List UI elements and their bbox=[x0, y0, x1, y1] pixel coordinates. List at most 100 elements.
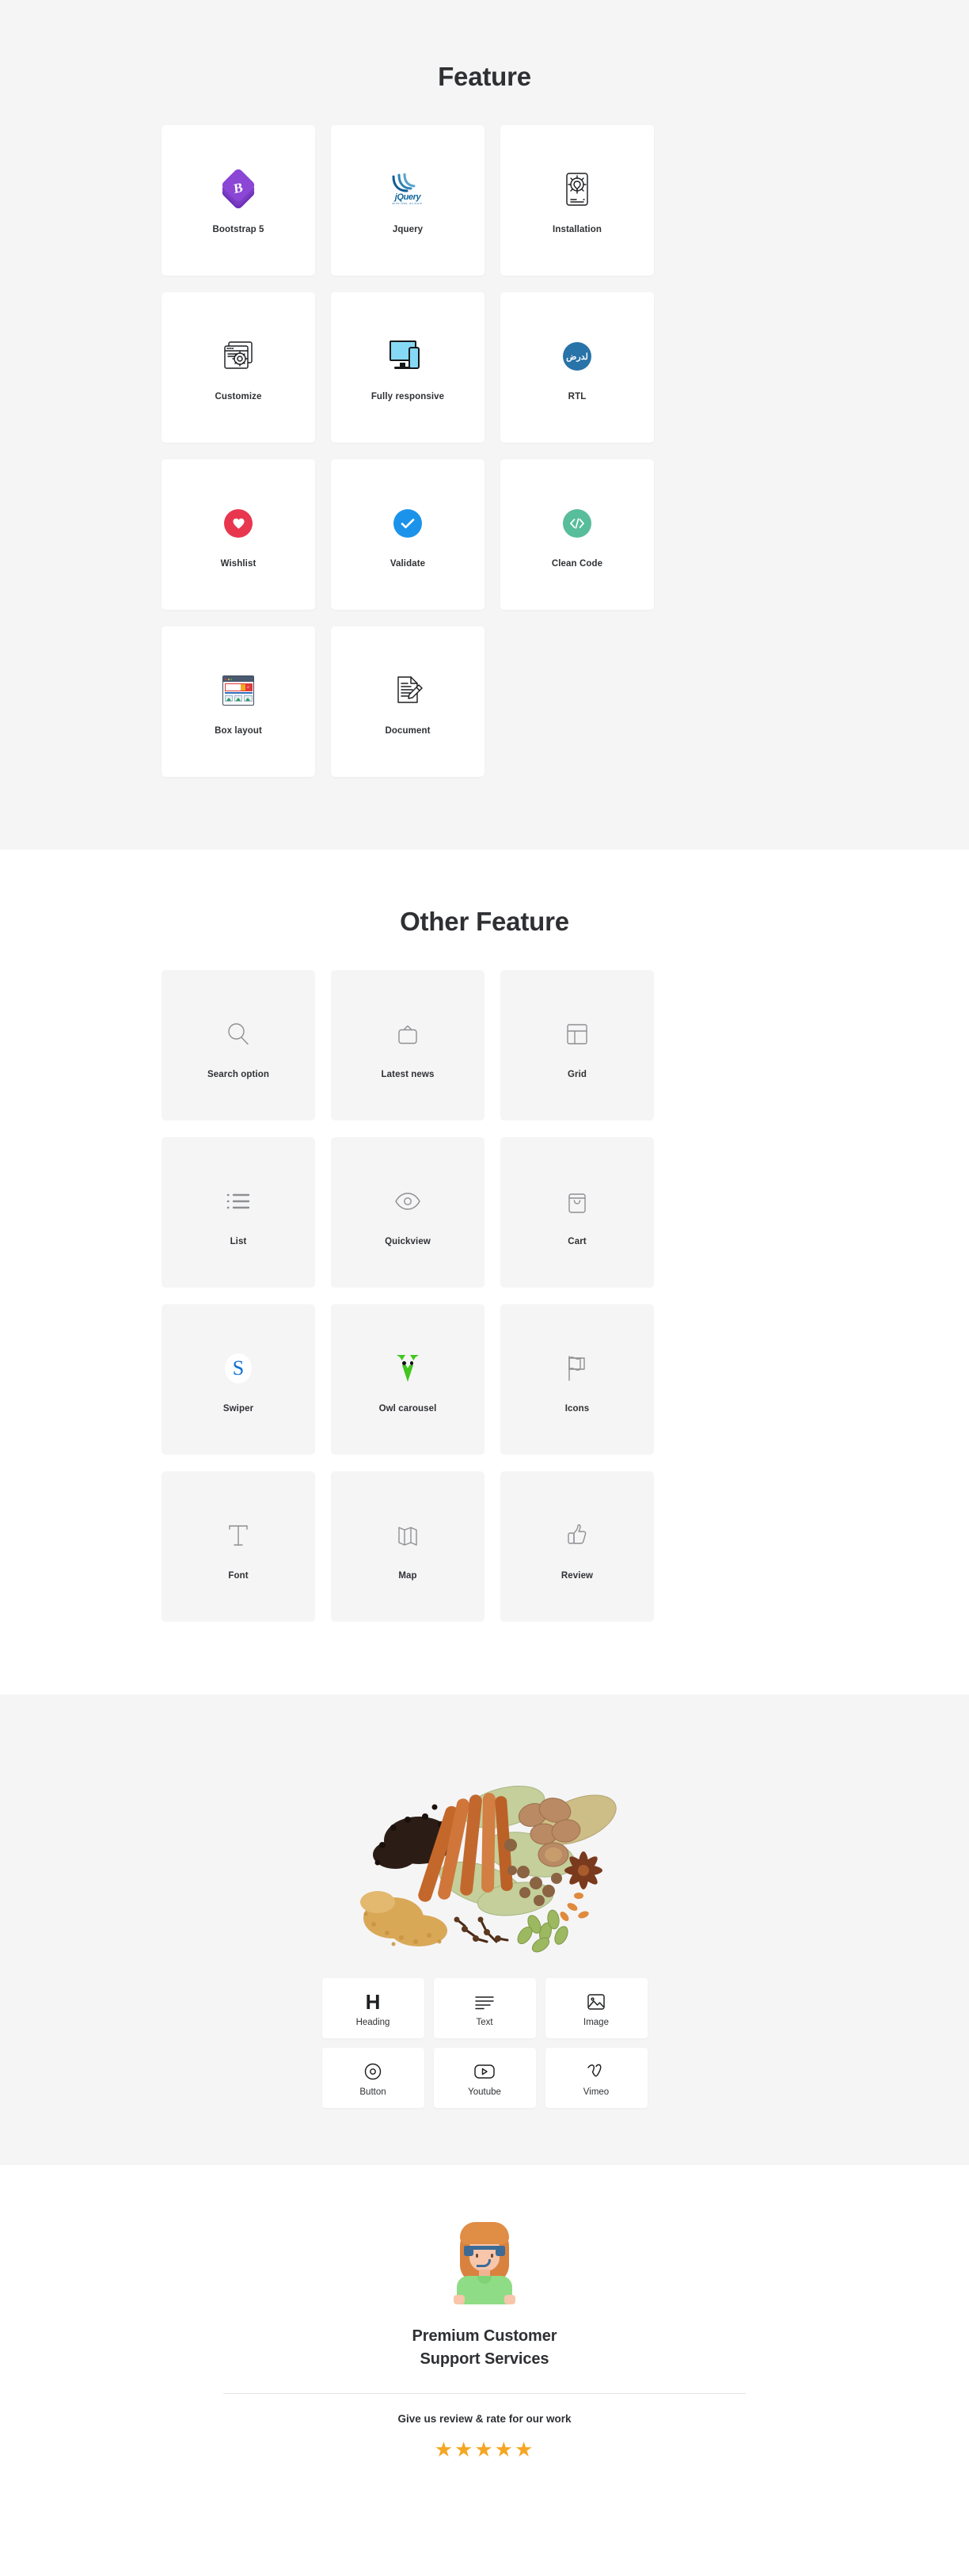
element-card-button[interactable]: Button bbox=[321, 2048, 424, 2108]
feature-card-rtl[interactable]: لدرض RTL bbox=[500, 292, 654, 443]
thumbs-up-icon bbox=[565, 1512, 589, 1558]
support-title-line2: Support Services bbox=[420, 2350, 549, 2368]
star-icon[interactable]: ★ bbox=[454, 2437, 474, 2461]
other-card-search-option[interactable]: Search option bbox=[162, 970, 315, 1121]
other-card-label: Quickview bbox=[385, 1237, 431, 1246]
other-card-grid[interactable]: Grid bbox=[500, 970, 654, 1121]
heading-glyph: H bbox=[365, 1989, 381, 2014]
other-card-label: Latest news bbox=[381, 1070, 435, 1079]
check-badge-icon bbox=[393, 500, 422, 546]
search-icon bbox=[225, 1011, 252, 1057]
feature-card-bootstrap-5[interactable]: B Bootstrap 5 bbox=[162, 125, 315, 276]
eye-icon bbox=[394, 1178, 421, 1224]
element-card-text[interactable]: Text bbox=[433, 1978, 536, 2038]
other-card-label: Owl carousel bbox=[378, 1404, 437, 1414]
other-card-label: Swiper bbox=[222, 1404, 254, 1414]
feature-card-box-layout[interactable]: ⌕ Box layout bbox=[162, 626, 315, 777]
feature-card-label: Customize bbox=[215, 392, 262, 401]
swiper-glyph: S bbox=[232, 1356, 245, 1379]
customize-windows-gear-icon bbox=[222, 333, 255, 379]
heart-badge-icon bbox=[224, 500, 253, 546]
box-layout-browser-icon: ⌕ bbox=[222, 668, 254, 713]
other-card-label: Grid bbox=[567, 1070, 587, 1079]
other-feature-grid-wrap: Search option Latest news Grid List Quic… bbox=[162, 970, 808, 1622]
feature-section: Feature B Bootstrap 5 jQuery write less,… bbox=[0, 0, 969, 850]
other-card-label: Cart bbox=[568, 1237, 587, 1246]
feature-card-label: Jquery bbox=[392, 225, 424, 234]
other-feature-heading: Other Feature bbox=[400, 907, 569, 936]
star-icon[interactable]: ★ bbox=[474, 2437, 494, 2461]
feature-card-label: Box layout bbox=[215, 726, 262, 736]
feature-card-wishlist[interactable]: Wishlist bbox=[162, 459, 315, 610]
jquery-tagline: write less, do more. bbox=[392, 202, 424, 205]
feature-grid: B Bootstrap 5 jQuery write less, do more… bbox=[162, 125, 808, 777]
feature-card-label: Clean Code bbox=[551, 559, 603, 569]
other-feature-section: Other Feature Search option Latest news … bbox=[0, 850, 969, 1695]
owl-carousel-logo-icon bbox=[396, 1345, 420, 1391]
support-title-line1: Premium Customer bbox=[412, 2327, 557, 2345]
feature-grid-wrap: B Bootstrap 5 jQuery write less, do more… bbox=[162, 125, 808, 777]
elements-grid: H Heading Text Image Button Youtube Vime… bbox=[321, 1978, 648, 2108]
element-card-heading[interactable]: H Heading bbox=[321, 1978, 424, 2038]
feature-card-document[interactable]: Document bbox=[331, 626, 484, 777]
other-card-label: Map bbox=[398, 1571, 417, 1581]
support-divider bbox=[223, 2393, 746, 2394]
other-card-swiper[interactable]: S Swiper bbox=[162, 1304, 315, 1455]
feature-card-label: Validate bbox=[390, 559, 426, 569]
document-pencil-icon bbox=[392, 668, 424, 713]
other-card-latest-news[interactable]: Latest news bbox=[331, 970, 484, 1121]
element-card-vimeo[interactable]: Vimeo bbox=[545, 2048, 648, 2108]
feature-card-validate[interactable]: Validate bbox=[331, 459, 484, 610]
element-card-label: Text bbox=[476, 2017, 493, 2027]
rtl-badge-icon: لدرض bbox=[563, 333, 591, 379]
star-rating[interactable]: ★★★★★ bbox=[223, 2437, 746, 2462]
feature-card-label: RTL bbox=[568, 392, 587, 401]
feature-card-label: Document bbox=[385, 726, 431, 736]
feature-heading: Feature bbox=[438, 62, 531, 91]
element-card-image[interactable]: Image bbox=[545, 1978, 648, 2038]
element-card-label: Vimeo bbox=[583, 2087, 610, 2097]
tv-icon bbox=[395, 1011, 420, 1057]
feature-card-customize[interactable]: Customize bbox=[162, 292, 315, 443]
other-card-owl-carousel[interactable]: Owl carousel bbox=[331, 1304, 484, 1455]
button-circle-icon bbox=[363, 2060, 382, 2083]
other-card-label: Font bbox=[228, 1571, 249, 1581]
youtube-icon bbox=[473, 2060, 496, 2083]
elements-section: H Heading Text Image Button Youtube Vime… bbox=[0, 1695, 969, 2165]
element-card-youtube[interactable]: Youtube bbox=[433, 2048, 536, 2108]
star-icon[interactable]: ★ bbox=[435, 2437, 454, 2461]
other-card-label: List bbox=[230, 1237, 247, 1246]
assorted-spices-photo bbox=[360, 1786, 617, 1953]
rtl-badge-text: لدرض bbox=[566, 352, 588, 362]
other-feature-grid: Search option Latest news Grid List Quic… bbox=[162, 970, 808, 1622]
monitor-phone-icon bbox=[390, 333, 426, 379]
spices-image-wrap bbox=[0, 1752, 969, 1958]
star-icon[interactable]: ★ bbox=[515, 2437, 534, 2461]
star-icon[interactable]: ★ bbox=[495, 2437, 515, 2461]
feature-card-clean-code[interactable]: Clean Code bbox=[500, 459, 654, 610]
installation-gear-mobile-icon bbox=[562, 166, 592, 212]
image-icon bbox=[587, 1990, 606, 2014]
element-card-label: Youtube bbox=[468, 2087, 501, 2097]
other-card-cart[interactable]: Cart bbox=[500, 1137, 654, 1288]
vimeo-icon bbox=[586, 2060, 606, 2083]
support-inner: Premium Customer Support Services Give u… bbox=[223, 2222, 746, 2462]
other-card-quickview[interactable]: Quickview bbox=[331, 1137, 484, 1288]
support-subtitle: Give us review & rate for our work bbox=[397, 2413, 572, 2425]
jquery-logo-icon: jQuery write less, do more. bbox=[388, 166, 428, 212]
text-font-icon bbox=[227, 1512, 249, 1558]
other-card-font[interactable]: Font bbox=[162, 1471, 315, 1622]
page-root: Feature B Bootstrap 5 jQuery write less,… bbox=[0, 0, 969, 2533]
feature-card-installation[interactable]: Installation bbox=[500, 125, 654, 276]
feature-card-fully-responsive[interactable]: Fully responsive bbox=[331, 292, 484, 443]
other-card-list[interactable]: List bbox=[162, 1137, 315, 1288]
feature-card-label: Fully responsive bbox=[370, 392, 445, 401]
support-section: Premium Customer Support Services Give u… bbox=[0, 2165, 969, 2533]
list-icon bbox=[226, 1178, 251, 1224]
feature-card-label: Installation bbox=[553, 225, 602, 234]
other-card-map[interactable]: Map bbox=[331, 1471, 484, 1622]
other-card-icons[interactable]: Icons bbox=[500, 1304, 654, 1455]
other-card-review[interactable]: Review bbox=[500, 1471, 654, 1622]
flag-icon bbox=[566, 1345, 588, 1391]
feature-card-jquery[interactable]: jQuery write less, do more. Jquery bbox=[331, 125, 484, 276]
